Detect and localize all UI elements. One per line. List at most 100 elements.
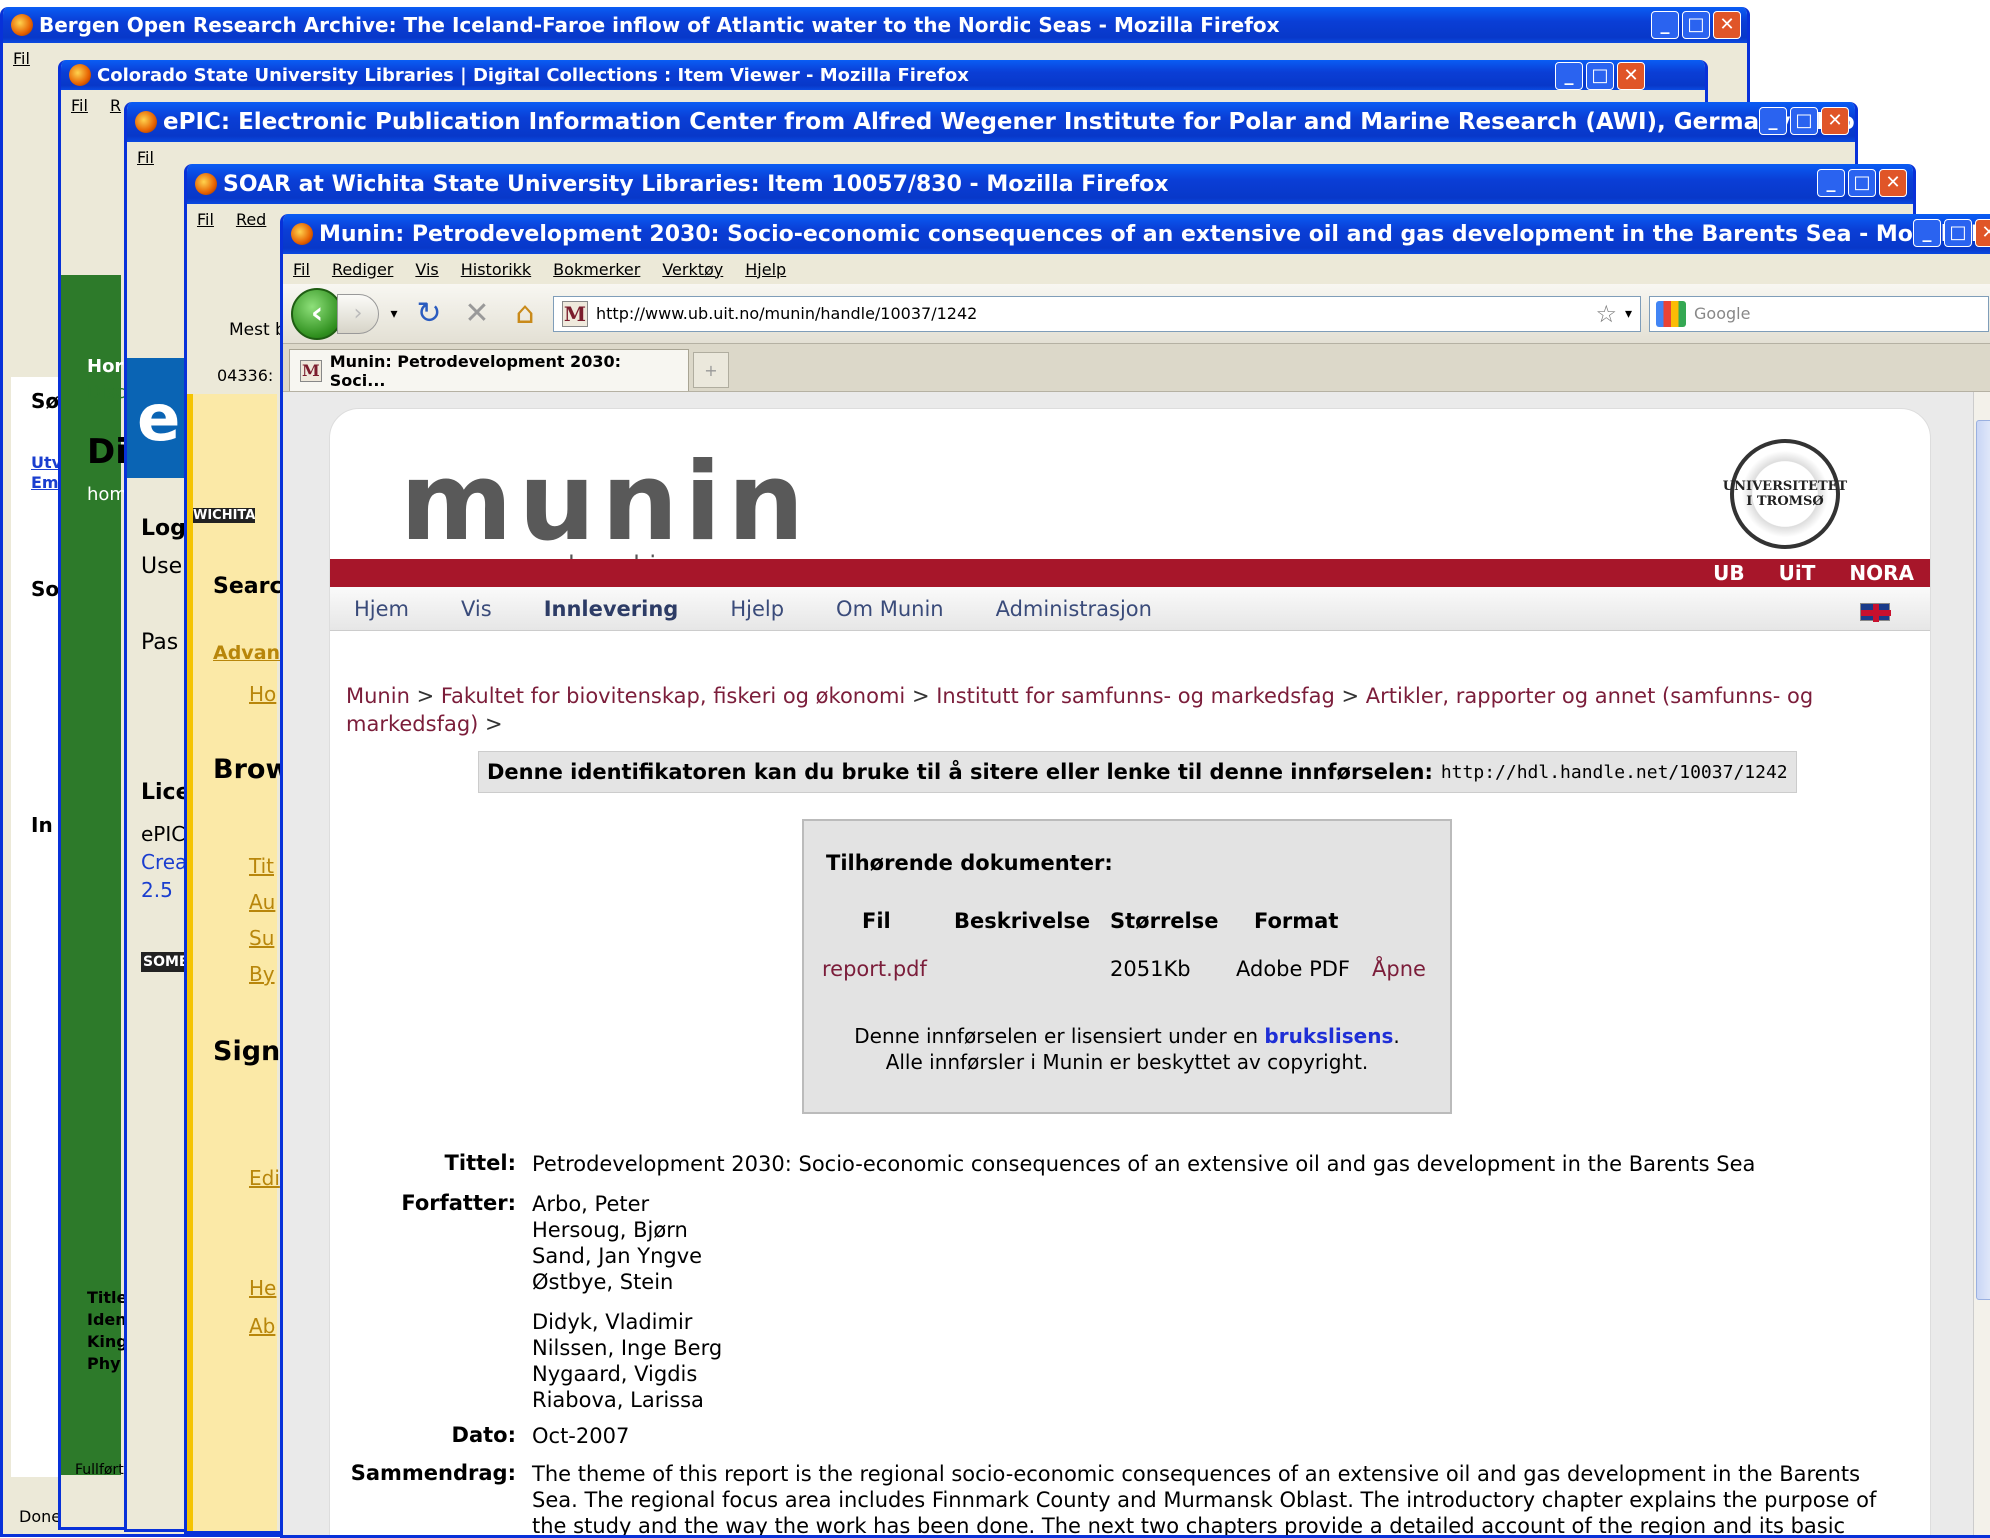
meta-label: Dato: — [451, 1423, 516, 1447]
scrollbar-thumb[interactable] — [1976, 420, 1990, 1300]
new-tab-button[interactable]: + — [693, 352, 729, 388]
sign-link[interactable]: Ab — [249, 1314, 275, 1338]
titlebar-bergen[interactable]: Bergen Open Research Archive: The Icelan… — [3, 7, 1747, 43]
close-button[interactable]: ✕ — [1821, 107, 1849, 135]
browse-link[interactable]: Au — [249, 890, 275, 914]
maximize-button[interactable]: □ — [1944, 219, 1972, 247]
link-nora[interactable]: NORA — [1849, 561, 1914, 585]
license-link[interactable]: brukslisens — [1264, 1024, 1393, 1048]
breadcrumb-separator: > — [1341, 684, 1360, 708]
main-nav: Hjem Vis Innlevering Hjelp Om Munin Admi… — [330, 587, 1930, 631]
license-link[interactable]: Crea — [141, 850, 187, 874]
google-icon[interactable] — [1656, 300, 1686, 327]
nav-help[interactable]: Hjelp — [730, 597, 784, 621]
maximize-button[interactable]: □ — [1586, 62, 1614, 90]
titlebar-epic[interactable]: ePIC: Electronic Publication Information… — [127, 102, 1855, 142]
nav-home[interactable]: Hjem — [354, 597, 409, 621]
identifier-url[interactable]: http://hdl.handle.net/10037/1242 — [1441, 762, 1788, 783]
license-line1: Denne innførselen er lisensiert under en — [854, 1024, 1259, 1048]
side-heading: So — [31, 577, 60, 601]
browse-link[interactable]: Su — [249, 926, 274, 950]
link-uit[interactable]: UiT — [1779, 561, 1816, 585]
university-seal: UNIVERSITETET I TROMSØ — [1723, 439, 1847, 549]
menu-file[interactable]: Fil — [197, 210, 214, 229]
breadcrumb[interactable]: hom — [87, 484, 127, 505]
menu-history[interactable]: Historikk — [461, 260, 531, 279]
nav-browse[interactable]: Vis — [461, 597, 492, 621]
file-link[interactable]: report.pdf — [822, 957, 927, 981]
sign-link[interactable]: Edi — [249, 1166, 280, 1190]
maximize-button[interactable]: □ — [1682, 11, 1710, 39]
browse-link[interactable]: Tit — [249, 854, 274, 878]
author: Sand, Jan Yngve — [532, 1244, 703, 1268]
titlebar-colorado[interactable]: Colorado State University Libraries | Di… — [61, 60, 1705, 90]
minimize-button[interactable]: _ — [1817, 169, 1845, 197]
sign-heading: Sign — [213, 1036, 281, 1067]
tab-favicon: M — [300, 359, 322, 382]
menu-edit[interactable]: Rediger — [332, 260, 393, 279]
menu-file[interactable]: Fil — [293, 260, 310, 279]
advanced-search-link[interactable]: Advan — [213, 642, 280, 664]
home-link[interactable]: Ho — [249, 682, 276, 706]
login-heading: Log — [141, 516, 186, 541]
open-file-link[interactable]: Åpne — [1372, 957, 1426, 981]
minimize-button[interactable]: _ — [1759, 107, 1787, 135]
menu-edit[interactable]: Red — [236, 210, 266, 229]
author: Nilssen, Inge Berg — [532, 1336, 723, 1360]
stop-icon[interactable]: ✕ — [457, 296, 497, 331]
bookmark-star-icon[interactable]: ☆ — [1595, 300, 1617, 328]
url-dropdown-icon[interactable]: ▾ — [1625, 306, 1632, 322]
minimize-button[interactable]: _ — [1913, 219, 1941, 247]
menu-bookmarks[interactable]: Bokmerker — [553, 260, 640, 279]
maximize-button[interactable]: □ — [1790, 107, 1818, 135]
window-controls: _□✕ — [1555, 62, 1645, 90]
menu-edit[interactable]: R — [110, 96, 121, 115]
side-link[interactable]: Em — [31, 473, 59, 492]
forward-button[interactable]: › — [337, 293, 379, 334]
vertical-scrollbar[interactable] — [1973, 392, 1990, 1535]
breadcrumb-link[interactable]: Munin — [346, 684, 410, 708]
dropdown-arrow-icon[interactable]: ▾ — [387, 306, 401, 322]
window-munin: Munin: Petrodevelopment 2030: Socio-econ… — [280, 214, 1990, 1538]
menu-tools[interactable]: Verktøy — [662, 260, 723, 279]
link-ub[interactable]: UB — [1713, 561, 1744, 585]
bookmark[interactable]: Mest b — [229, 320, 286, 340]
close-button[interactable]: ✕ — [1879, 169, 1907, 197]
address-fragment: 04336: — [217, 366, 274, 385]
tab-munin[interactable]: M Munin: Petrodevelopment 2030: Soci... — [289, 349, 689, 391]
sign-link[interactable]: He — [249, 1276, 276, 1300]
search-box[interactable]: Google — [1649, 295, 1989, 332]
close-button[interactable]: ✕ — [1713, 11, 1741, 39]
nav-submit[interactable]: Innlevering — [544, 597, 679, 621]
menu-help[interactable]: Hjelp — [745, 260, 786, 279]
menu-file[interactable]: Fil — [137, 148, 154, 167]
close-button[interactable]: ✕ — [1617, 62, 1645, 90]
nav-tab[interactable]: Hor — [87, 356, 123, 377]
identifier-box: Denne identifikatoren kan du bruke til å… — [478, 751, 1797, 793]
browse-link[interactable]: By — [249, 962, 275, 986]
minimize-button[interactable]: _ — [1651, 11, 1679, 39]
maximize-button[interactable]: □ — [1848, 169, 1876, 197]
breadcrumb-link[interactable]: Institutt for samfunns- og markedsfag — [936, 684, 1335, 708]
back-button[interactable]: ‹ — [291, 287, 343, 340]
nav-admin[interactable]: Administrasjon — [996, 597, 1152, 621]
close-button[interactable]: ✕ — [1975, 219, 1990, 247]
titlebar-soar[interactable]: SOAR at Wichita State University Librari… — [187, 164, 1913, 204]
nav-tab[interactable]: Disc — [87, 382, 125, 403]
menu-file[interactable]: Fil — [71, 96, 88, 115]
titlebar-munin[interactable]: Munin: Petrodevelopment 2030: Socio-econ… — [283, 214, 1990, 254]
author: Riabova, Larissa — [532, 1388, 704, 1412]
breadcrumb-link[interactable]: Fakultet for biovitenskap, fiskeri og øk… — [441, 684, 905, 708]
breadcrumb-separator: > — [416, 684, 435, 708]
minimize-button[interactable]: _ — [1555, 62, 1583, 90]
meta-label: Forfatter: — [401, 1191, 516, 1215]
reload-icon[interactable]: ↻ — [409, 296, 449, 331]
menu-file[interactable]: Fil — [13, 49, 30, 68]
nav-about[interactable]: Om Munin — [836, 597, 944, 621]
home-icon[interactable]: ⌂ — [505, 296, 545, 331]
uk-flag-icon[interactable] — [1860, 603, 1891, 622]
author: Arbo, Peter — [532, 1192, 650, 1216]
url-bar[interactable]: M http://www.ub.uit.no/munin/handle/1003… — [553, 295, 1641, 332]
menu-view[interactable]: Vis — [415, 260, 438, 279]
col-format: Format — [1254, 909, 1339, 933]
